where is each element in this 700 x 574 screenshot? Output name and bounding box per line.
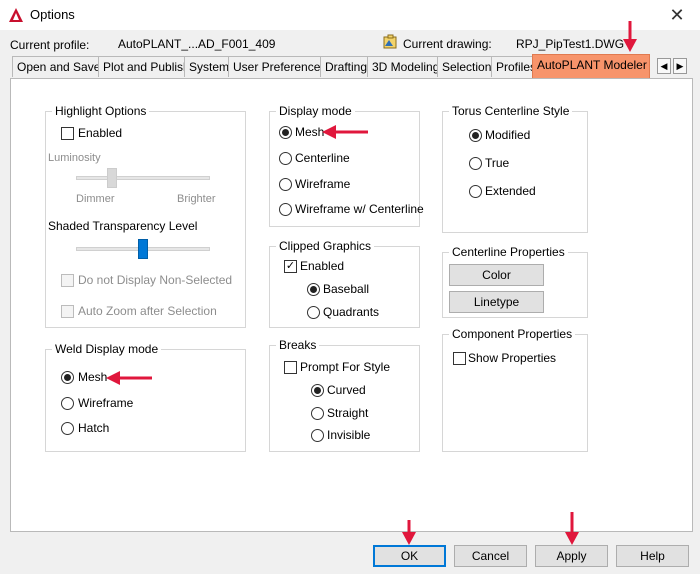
display-mesh-radio[interactable] xyxy=(279,126,292,139)
luminosity-slider-thumb[interactable] xyxy=(107,168,117,188)
weld-wireframe-label: Wireframe xyxy=(78,396,134,410)
clipped-quadrants-label: Quadrants xyxy=(323,305,380,319)
annotation-arrow-apply xyxy=(565,512,579,545)
centerline-properties-group: Centerline Properties Color Linetype xyxy=(442,245,588,318)
display-wireframe-radio[interactable] xyxy=(279,178,292,191)
torus-true-radio[interactable] xyxy=(469,157,482,170)
auto-zoom-checkbox[interactable] xyxy=(61,305,74,318)
tab-3d-modeling[interactable]: 3D Modeling xyxy=(367,56,445,77)
clipped-enabled-label: Enabled xyxy=(300,259,345,273)
tab-scroll-left-icon[interactable]: ◀ xyxy=(657,58,671,74)
weld-wireframe-radio[interactable] xyxy=(61,397,74,410)
torus-true-label: True xyxy=(485,156,510,170)
luminosity-label: Luminosity xyxy=(48,152,101,164)
clipped-baseball-label: Baseball xyxy=(323,282,370,296)
centerline-properties-title: Centerline Properties xyxy=(449,245,568,259)
tab-user-preferences[interactable]: User Preferences xyxy=(228,56,332,77)
tab-autoplant-modeler[interactable]: AutoPLANT Modeler xyxy=(532,54,650,78)
component-properties-group: Component Properties Show Properties xyxy=(442,327,588,452)
clipped-baseball-radio[interactable] xyxy=(307,283,320,296)
prompt-for-style-checkbox[interactable] xyxy=(284,361,297,374)
current-profile-value: AutoPLANT_...AD_F001_409 xyxy=(118,37,276,51)
title-bar: Options ✕ xyxy=(0,0,700,30)
auto-zoom-label: Auto Zoom after Selection xyxy=(78,304,217,318)
highlight-options-title: Highlight Options xyxy=(52,104,150,118)
annotation-arrow-weld-mesh xyxy=(106,371,152,385)
transparency-label: Shaded Transparency Level xyxy=(48,219,198,233)
close-icon[interactable]: ✕ xyxy=(660,2,694,28)
weld-hatch-label: Hatch xyxy=(78,421,110,435)
display-centerline-label: Centerline xyxy=(295,151,350,165)
torus-extended-label: Extended xyxy=(485,184,536,198)
linetype-button[interactable]: Linetype xyxy=(449,291,544,313)
breaks-group: Breaks Prompt For Style Curved Straight … xyxy=(269,338,420,452)
clipped-enabled-checkbox[interactable]: ✓ xyxy=(284,260,297,273)
breaks-curved-radio[interactable] xyxy=(311,384,324,397)
tab-system[interactable]: System xyxy=(184,56,235,77)
weld-display-mode-title: Weld Display mode xyxy=(52,342,162,356)
current-drawing-label: Current drawing: xyxy=(403,37,492,51)
window-title: Options xyxy=(30,7,75,22)
annotation-arrow-tab xyxy=(623,21,637,52)
torus-modified-radio[interactable] xyxy=(469,129,482,142)
weld-display-mode-group: Weld Display mode Mesh Wireframe Hatch xyxy=(45,342,246,452)
display-mode-title: Display mode xyxy=(276,104,355,118)
highlight-options-group: Highlight Options Enabled Luminosity Dim… xyxy=(45,104,246,328)
tab-scroll-right-icon[interactable]: ▶ xyxy=(673,58,687,74)
help-button[interactable]: Help xyxy=(616,545,689,567)
show-properties-checkbox[interactable] xyxy=(453,352,466,365)
display-wireframe-centerline-label: Wireframe w/ Centerline xyxy=(295,202,424,216)
torus-extended-radio[interactable] xyxy=(469,185,482,198)
clipped-graphics-title: Clipped Graphics xyxy=(276,239,375,253)
breaks-invisible-label: Invisible xyxy=(327,428,371,442)
tab-plot-and-publish[interactable]: Plot and Publish xyxy=(98,56,195,77)
breaks-title: Breaks xyxy=(276,338,320,352)
drawing-icon xyxy=(383,34,397,49)
annotation-arrow-ok xyxy=(402,520,416,545)
tab-selection[interactable]: Selection xyxy=(437,56,497,77)
autocad-app-icon xyxy=(9,8,23,22)
highlight-enabled-label: Enabled xyxy=(78,126,123,140)
color-button[interactable]: Color xyxy=(449,264,544,286)
annotation-arrow-display-mesh xyxy=(322,125,368,139)
component-properties-title: Component Properties xyxy=(449,327,576,341)
transparency-slider-thumb[interactable] xyxy=(138,239,148,259)
luminosity-slider-track xyxy=(76,176,210,180)
display-wireframe-label: Wireframe xyxy=(295,177,351,191)
weld-hatch-radio[interactable] xyxy=(61,422,74,435)
clipped-quadrants-radio[interactable] xyxy=(307,306,320,319)
clipped-graphics-group: Clipped Graphics ✓ Enabled Baseball Quad… xyxy=(269,239,420,328)
ok-button[interactable]: OK xyxy=(373,545,446,567)
display-wireframe-centerline-radio[interactable] xyxy=(279,203,292,216)
torus-modified-label: Modified xyxy=(485,128,531,142)
apply-button[interactable]: Apply xyxy=(535,545,608,567)
torus-centerline-style-group: Torus Centerline Style Modified True Ext… xyxy=(442,104,588,233)
prompt-for-style-label: Prompt For Style xyxy=(300,360,391,374)
dimmer-label: Dimmer xyxy=(76,193,115,205)
breaks-straight-radio[interactable] xyxy=(311,407,324,420)
cancel-button[interactable]: Cancel xyxy=(454,545,527,567)
display-mesh-label: Mesh xyxy=(295,125,325,139)
weld-mesh-radio[interactable] xyxy=(61,371,74,384)
highlight-enabled-checkbox[interactable] xyxy=(61,127,74,140)
display-centerline-radio[interactable] xyxy=(279,152,292,165)
current-profile-label: Current profile: xyxy=(10,38,90,52)
brighter-label: Brighter xyxy=(177,193,216,205)
no-display-non-selected-label: Do not Display Non-Selected xyxy=(78,273,233,287)
no-display-non-selected-checkbox[interactable] xyxy=(61,274,74,287)
weld-mesh-label: Mesh xyxy=(78,370,108,384)
breaks-invisible-radio[interactable] xyxy=(311,429,324,442)
breaks-straight-label: Straight xyxy=(327,406,369,420)
breaks-curved-label: Curved xyxy=(327,383,366,397)
tab-open-and-save[interactable]: Open and Save xyxy=(12,56,106,77)
current-drawing-value: RPJ_PipTest1.DWG xyxy=(516,37,625,51)
torus-centerline-style-title: Torus Centerline Style xyxy=(449,104,573,118)
tab-drafting[interactable]: Drafting xyxy=(320,56,373,77)
show-properties-label: Show Properties xyxy=(468,351,557,365)
